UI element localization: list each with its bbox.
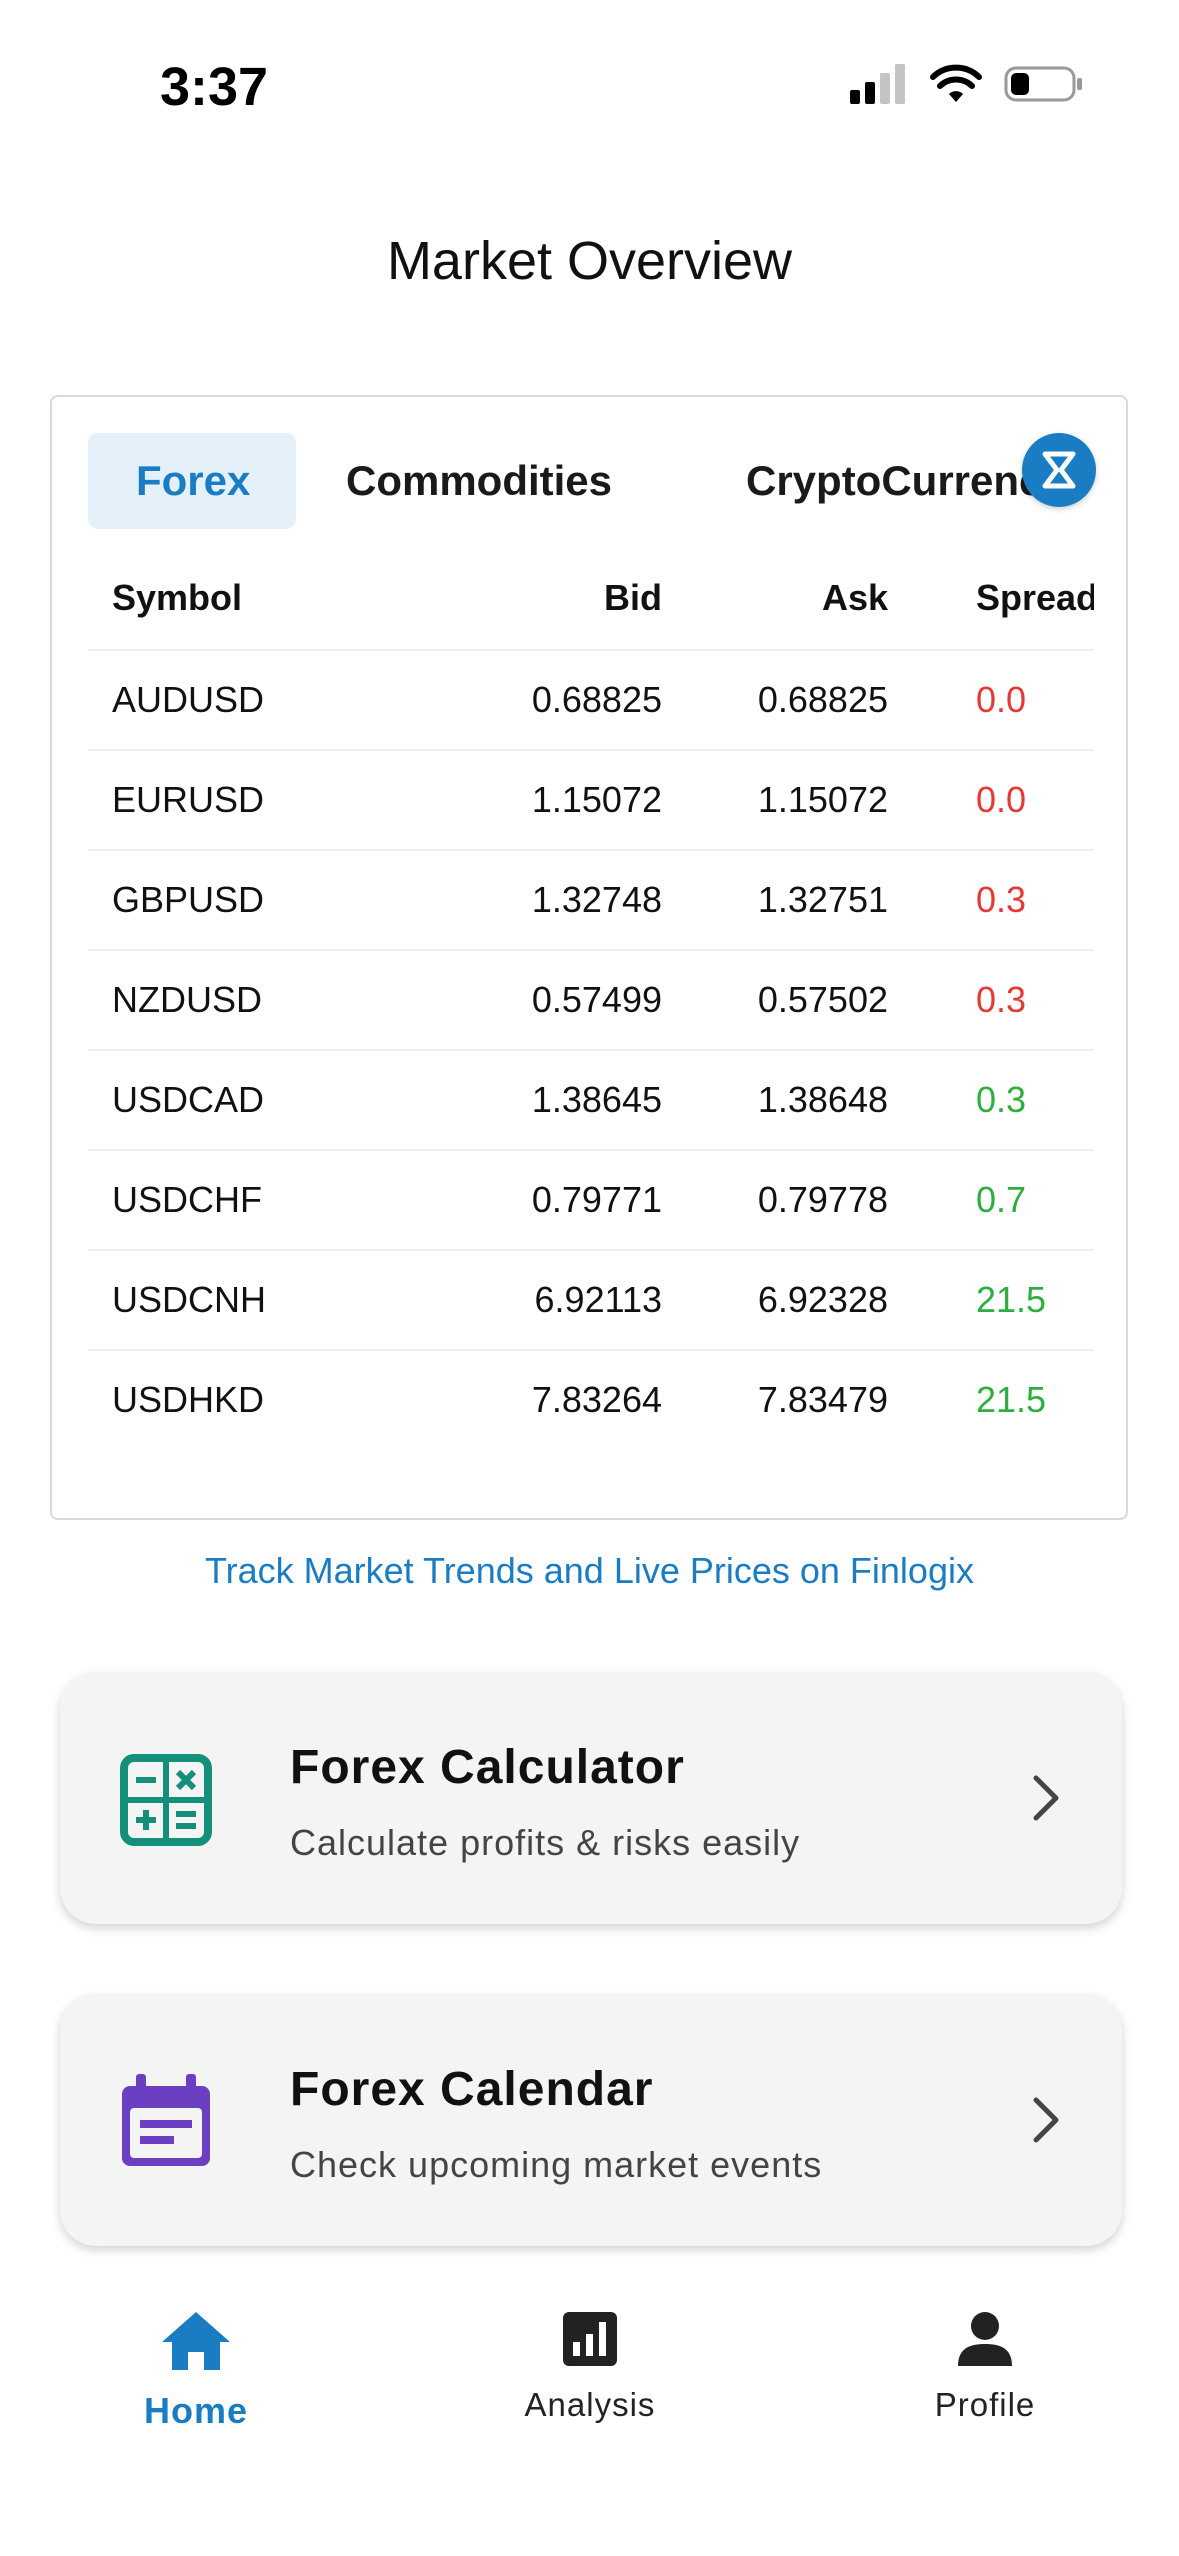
forex-calendar-subtitle: Check upcoming market events — [290, 2144, 823, 2185]
cell-symbol: USDCHF — [112, 1179, 262, 1220]
header-spread: Spread — [976, 577, 1094, 618]
cell-spread: 0.7 — [976, 1179, 1027, 1220]
chevron-right-icon — [1033, 2097, 1059, 2143]
cell-bid: 1.15072 — [531, 779, 662, 820]
battery-icon — [1004, 66, 1082, 102]
cell-symbol: EURUSD — [112, 779, 265, 820]
cell-ask: 0.57502 — [757, 979, 888, 1020]
cell-spread: 0.0 — [976, 779, 1027, 820]
cell-ask: 6.92328 — [757, 1279, 888, 1320]
signal-icon — [850, 64, 905, 104]
forex-calendar-title: Forex Calendar — [290, 2063, 654, 2116]
page-title: Market Overview — [386, 231, 793, 291]
table-row[interactable]: USDHKD 7.83264 7.83479 21.5 — [88, 1351, 1094, 1449]
forex-calendar-card[interactable]: Forex Calendar Check upcoming market eve… — [60, 1994, 1122, 2246]
table-row[interactable]: GBPUSD 1.32748 1.32751 0.3 — [88, 851, 1094, 951]
cell-bid: 7.83264 — [531, 1379, 662, 1420]
cell-bid: 0.57499 — [531, 979, 662, 1020]
cell-ask: 0.68825 — [757, 679, 888, 720]
table-row[interactable]: EURUSD 1.15072 1.15072 0.0 — [88, 751, 1094, 851]
cell-bid: 1.38645 — [531, 1079, 662, 1120]
profile-icon — [958, 2312, 1012, 2366]
finlogix-logo-icon — [1042, 451, 1076, 489]
cell-spread: 0.3 — [976, 979, 1027, 1020]
finlogix-button[interactable] — [1022, 433, 1096, 507]
market-card: Forex Commodities CryptoCurrenc Symbol B… — [50, 395, 1128, 1520]
nav-profile[interactable]: Profile — [865, 2310, 1105, 2424]
cell-ask: 7.83479 — [757, 1379, 888, 1420]
header-ask: Ask — [821, 577, 888, 618]
cell-ask: 0.79778 — [757, 1179, 888, 1220]
nav-home[interactable]: Home — [76, 2310, 316, 2432]
quotes-table: Symbol Bid Ask Spread AUDUSD 0.68825 0.688… — [88, 547, 1094, 1449]
nav-analysis-label: Analysis — [524, 2386, 656, 2423]
cell-spread: 0.0 — [976, 679, 1027, 720]
header-bid: Bid — [604, 577, 662, 618]
cell-symbol: USDCAD — [112, 1079, 265, 1120]
nav-home-label: Home — [143, 2390, 249, 2431]
table-row[interactable]: USDCHF 0.79771 0.79778 0.7 — [88, 1151, 1094, 1251]
cell-bid: 0.68825 — [531, 679, 662, 720]
cell-symbol: GBPUSD — [112, 879, 265, 920]
status-icons — [850, 64, 1084, 104]
forex-calculator-card[interactable]: Forex Calculator Calculate profits & ris… — [60, 1672, 1122, 1924]
table-header-row: Symbol Bid Ask Spread — [88, 547, 1094, 651]
calculator-icon — [120, 1754, 212, 1846]
finlogix-link[interactable]: Track Market Trends and Live Prices on F… — [0, 1550, 1179, 1592]
table-row[interactable]: NZDUSD 0.57499 0.57502 0.3 — [88, 951, 1094, 1051]
bottom-nav: Home Analysis Profile — [0, 2280, 1179, 2556]
cell-symbol: NZDUSD — [112, 979, 262, 1020]
table-row[interactable]: USDCAD 1.38645 1.38648 0.3 — [88, 1051, 1094, 1151]
cell-bid: 6.92113 — [534, 1279, 662, 1320]
cell-ask: 1.15072 — [757, 779, 888, 820]
nav-profile-label: Profile — [934, 2386, 1036, 2423]
status-time: 3:37 — [160, 57, 269, 117]
chevron-right-icon — [1033, 1775, 1059, 1821]
cell-spread: 21.5 — [976, 1279, 1047, 1320]
cell-spread: 21.5 — [976, 1379, 1047, 1420]
calendar-icon — [122, 2074, 210, 2166]
cell-spread: 0.3 — [976, 879, 1027, 920]
analysis-icon — [563, 2312, 617, 2366]
forex-calculator-title: Forex Calculator — [290, 1741, 685, 1794]
table-row[interactable]: AUDUSD 0.68825 0.68825 0.0 — [88, 651, 1094, 751]
cell-symbol: USDCNH — [112, 1279, 267, 1320]
cell-bid: 0.79771 — [531, 1179, 662, 1220]
header-symbol: Symbol — [112, 577, 243, 618]
tab-commodities[interactable]: Commodities — [346, 433, 612, 529]
cell-ask: 1.32751 — [757, 879, 888, 920]
tab-forex[interactable]: Forex — [88, 433, 296, 529]
home-icon — [162, 2312, 230, 2370]
cell-bid: 1.32748 — [531, 879, 662, 920]
wifi-icon — [930, 64, 982, 102]
cell-symbol: USDHKD — [112, 1379, 265, 1420]
forex-calculator-subtitle: Calculate profits & risks easily — [290, 1822, 801, 1863]
market-tabs: Forex Commodities CryptoCurrenc — [88, 433, 1126, 529]
nav-analysis[interactable]: Analysis — [470, 2310, 710, 2424]
cell-ask: 1.38648 — [757, 1079, 888, 1120]
table-row[interactable]: USDCNH 6.92113 6.92328 21.5 — [88, 1251, 1094, 1351]
cell-symbol: AUDUSD — [112, 679, 265, 720]
cell-spread: 0.3 — [976, 1079, 1027, 1120]
